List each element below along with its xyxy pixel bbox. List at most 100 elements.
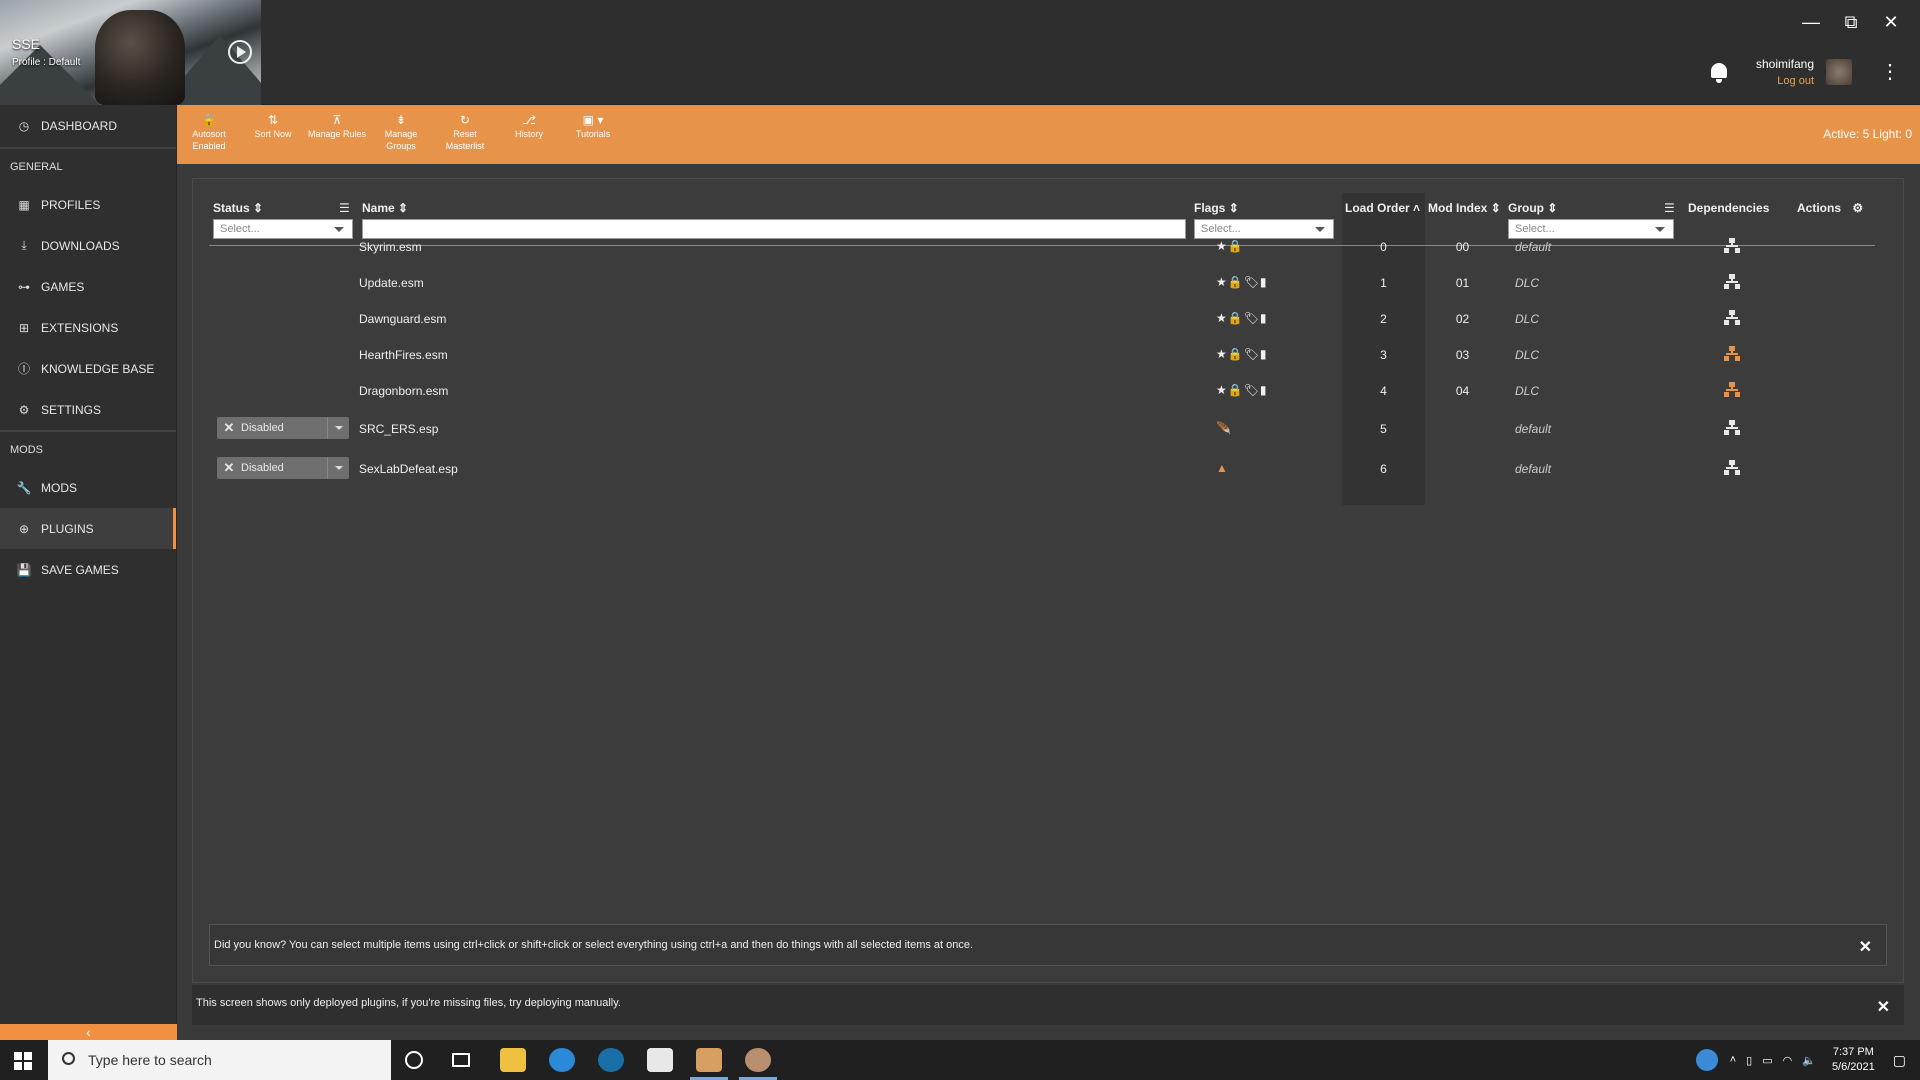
more-menu-icon[interactable]: ⋮ [1880,62,1900,82]
manage-rules-button[interactable]: ⊼ Manage Rules [307,113,367,141]
notifications-icon[interactable]: ▢ [1893,1052,1906,1069]
sidebar-item-dashboard[interactable]: ◷ DASHBOARD [0,105,176,147]
status-label: Disabled [241,422,284,434]
sidebar-item-profiles[interactable]: ▦ PROFILES [0,184,176,225]
reset-masterlist-button[interactable]: ↻ Reset Masterlist [435,113,495,152]
sidebar-item-mods[interactable]: 🔧 MODS [0,467,176,508]
clock[interactable]: 7:37 PM 5/6/2021 [1832,1045,1875,1075]
wrench-icon: 🔧 [16,480,32,495]
status-dropdown[interactable]: ✕ Disabled [217,417,349,439]
sort-icon: ⇕ [398,201,409,215]
column-header-dependencies[interactable]: Dependencies [1688,201,1769,215]
sort-icon: ⇕ [1228,201,1239,215]
chevron-down-icon[interactable] [327,457,349,479]
dependency-icon[interactable] [1724,310,1740,326]
play-icon[interactable] [228,40,252,64]
bell-icon[interactable] [1708,61,1730,83]
tool-label: Reset Masterlist [445,129,485,151]
dependency-icon[interactable] [1724,274,1740,290]
table-row[interactable]: ✕ Disabled SRC_ERS.esp 🪶 5 default [209,411,1875,447]
taskbar-search[interactable]: Type here to search [48,1040,391,1080]
column-header-mod-index[interactable]: Mod Index ⇕ [1428,201,1501,215]
file-explorer-icon[interactable] [500,1048,526,1072]
dependency-icon[interactable] [1724,346,1740,362]
vortex-icon[interactable] [696,1048,722,1072]
column-header-group[interactable]: Group ⇕ [1508,201,1557,215]
plugin-flags-icons: ★🔒🏷▮ [1216,383,1268,397]
logout-link[interactable]: Log out [1756,75,1814,87]
store-icon[interactable] [647,1048,673,1072]
sidebar-item-downloads[interactable]: ⤓ DOWNLOADS [0,225,176,266]
chevron-up-icon[interactable]: ˄ [1730,1054,1736,1066]
sidebar-item-plugins[interactable]: ⊕ PLUGINS [0,508,176,549]
table-row[interactable]: Dragonborn.esm ★🔒🏷▮ 4 04 DLC [209,373,1875,409]
sidebar-item-settings[interactable]: ⚙ SETTINGS [0,389,176,430]
table-row[interactable]: ✕ Disabled SexLabDefeat.esp ▲ 6 default [209,451,1875,487]
column-header-flags[interactable]: Flags ⇕ [1194,201,1239,215]
steam-icon[interactable] [598,1048,624,1072]
sidebar-item-games[interactable]: ⊶ GAMES [0,266,176,307]
window-controls: — ⧉ ✕ [1802,12,1900,33]
sidebar-item-label: DASHBOARD [41,119,118,133]
table-row[interactable]: HearthFires.esm ★🔒🏷▮ 3 03 DLC [209,337,1875,373]
tool-label: History [514,129,543,139]
dependency-icon[interactable] [1724,382,1740,398]
table-row[interactable]: Dawnguard.esm ★🔒🏷▮ 2 02 DLC [209,301,1875,337]
system-tray: ˄ ▯ ▭ ◠ 🔈 7:37 PM 5/6/2021 ▢ [1695,1040,1920,1080]
minimize-icon[interactable]: — [1802,12,1820,33]
tip-banner: Did you know? You can select multiple it… [209,924,1887,966]
windows-start-icon[interactable] [14,1052,32,1070]
volume-icon[interactable]: 🔈 [1802,1054,1816,1067]
column-header-status[interactable]: Status ⇕ [213,201,263,215]
column-header-actions[interactable]: Actions ⚙ [1797,201,1863,215]
wifi-icon[interactable]: ◠ [1783,1054,1793,1067]
autosort-button[interactable]: 🔒 Autosort Enabled [179,113,239,152]
list-toggle-icon[interactable]: ☰ [1664,201,1675,215]
manage-groups-button[interactable]: ⇟ Manage Groups [371,113,431,152]
sidebar-item-knowledge-base[interactable]: ⓘ KNOWLEDGE BASE [0,348,176,389]
sort-now-button[interactable]: ⇅ Sort Now [243,113,303,141]
close-icon[interactable]: ✕ [1877,997,1890,1017]
app-icon[interactable] [745,1048,771,1072]
history-icon: ⎇ [522,113,536,127]
sidebar-item-label: SETTINGS [41,402,102,417]
gear-icon[interactable]: ⚙ [1852,201,1863,215]
plugin-flags-icons: ★🔒🏷▮ [1216,311,1268,325]
dependency-icon[interactable] [1724,460,1740,476]
chevron-down-icon[interactable] [327,417,349,439]
dependency-icon[interactable] [1724,238,1740,254]
sidebar-item-extensions[interactable]: ⊞ EXTENSIONS [0,307,176,348]
dependency-icon[interactable] [1724,420,1740,436]
sidebar: ◷ DASHBOARD GENERAL ▦ PROFILES ⤓ DOWNLOA… [0,105,177,1040]
collapse-sidebar-button[interactable]: ‹ [0,1024,177,1040]
column-label: Load Order [1345,201,1410,215]
info-icon: ⓘ [17,362,30,376]
search-icon [62,1052,75,1065]
history-button[interactable]: ⎇ History [499,113,559,141]
tutorial-icon: ▣ ▾ [582,113,604,127]
column-header-load-order[interactable]: Load Order ˄ [1345,201,1420,215]
table-row[interactable]: Skyrim.esm ★🔒 0 00 default [209,229,1875,265]
avatar[interactable] [1826,59,1852,85]
tutorials-button[interactable]: ▣ ▾ Tutorials [563,113,623,141]
column-label: Mod Index [1428,201,1488,215]
table-row[interactable]: Update.esm ★🔒🏷▮ 1 01 DLC [209,265,1875,301]
close-icon[interactable]: ✕ [1859,937,1872,957]
list-toggle-icon[interactable]: ☰ [339,201,350,215]
plugin-name: Dawnguard.esm [359,312,447,326]
status-dropdown[interactable]: ✕ Disabled [217,457,349,479]
restore-icon[interactable]: ⧉ [1842,12,1860,33]
device-icon[interactable]: ▯ [1746,1054,1752,1067]
battery-icon[interactable]: ▭ [1762,1054,1772,1067]
edge-icon[interactable] [549,1048,575,1072]
column-header-name[interactable]: Name ⇕ [362,201,408,215]
help-icon[interactable] [1695,1049,1718,1071]
game-banner[interactable]: SSE Profile : Default [0,0,261,105]
close-icon[interactable]: ✕ [1882,12,1900,33]
sidebar-item-save-games[interactable]: 💾 SAVE GAMES [0,549,176,590]
plugins-toolbar: 🔒 Autosort Enabled ⇅ Sort Now ⊼ Manage R… [177,105,1920,164]
task-view-icon[interactable] [452,1053,470,1067]
cortana-icon[interactable] [405,1051,423,1069]
sort-icon: ⇅ [267,113,279,127]
plugin-group: default [1515,422,1552,436]
